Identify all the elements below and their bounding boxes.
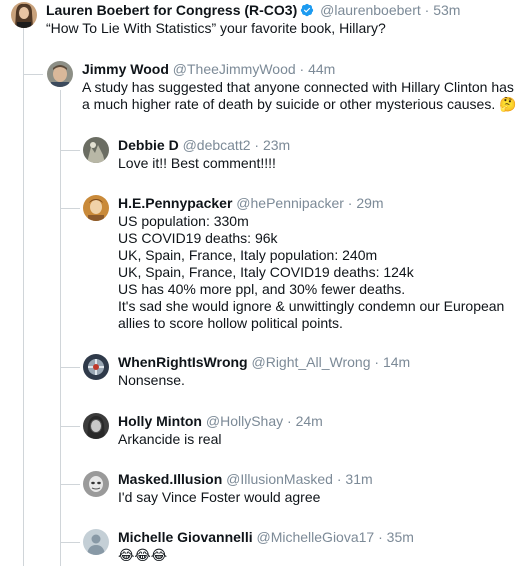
thread-line bbox=[23, 28, 24, 566]
display-name[interactable]: Lauren Boebert for Congress (R-CO3) bbox=[46, 2, 297, 18]
tweet-text: A study has suggested that anyone connec… bbox=[82, 79, 517, 112]
thread-branch bbox=[60, 542, 80, 543]
tweet-text: I'd say Vince Foster would agree bbox=[118, 489, 321, 505]
avatar[interactable] bbox=[83, 354, 109, 380]
timestamp[interactable]: 31m bbox=[345, 471, 372, 487]
thread-branch bbox=[23, 74, 43, 75]
handle[interactable]: @IllusionMasked bbox=[226, 471, 333, 487]
display-name[interactable]: Michelle Giovannelli bbox=[118, 529, 253, 545]
tweet-text: “How To Lie With Statistics” your favori… bbox=[46, 20, 386, 36]
avatar[interactable] bbox=[47, 61, 73, 87]
timestamp[interactable]: 44m bbox=[308, 61, 335, 77]
thinking-face-icon: 🤔 bbox=[499, 96, 517, 112]
display-name[interactable]: Masked.Illusion bbox=[118, 471, 222, 487]
display-name[interactable]: H.E.Pennypacker bbox=[118, 195, 232, 211]
display-name[interactable]: Debbie D bbox=[118, 137, 179, 153]
thread-branch bbox=[60, 484, 80, 485]
timestamp[interactable]: 35m bbox=[387, 529, 414, 545]
avatar[interactable] bbox=[83, 471, 109, 497]
handle[interactable]: @MichelleGiova17 bbox=[256, 529, 374, 545]
thread-branch bbox=[60, 367, 80, 368]
thread-branch bbox=[60, 150, 80, 151]
tweet-text: Nonsense. bbox=[118, 372, 185, 388]
handle[interactable]: @debcatt2 bbox=[183, 137, 251, 153]
thread-line bbox=[60, 90, 61, 566]
handle[interactable]: @TheeJimmyWood bbox=[173, 61, 296, 77]
display-name[interactable]: Jimmy Wood bbox=[82, 61, 169, 77]
avatar[interactable] bbox=[11, 2, 37, 28]
tweet-text: US population: 330m US COVID19 deaths: 9… bbox=[118, 213, 505, 331]
display-name[interactable]: WhenRightIsWrong bbox=[118, 354, 248, 370]
thread-branch bbox=[60, 426, 80, 427]
tweet-text: Love it!! Best comment!!!! bbox=[118, 155, 276, 171]
avatar[interactable] bbox=[83, 413, 109, 439]
timestamp[interactable]: 23m bbox=[263, 137, 290, 153]
timestamp[interactable]: 29m bbox=[356, 195, 383, 211]
laughing-crying-emoji-icon: 😂😂😂 bbox=[118, 547, 168, 563]
handle[interactable]: @laurenboebert bbox=[320, 2, 421, 18]
tweet-text: Arkancide is real bbox=[118, 431, 222, 447]
display-name[interactable]: Holly Minton bbox=[118, 413, 202, 429]
handle[interactable]: @HollyShay bbox=[206, 413, 283, 429]
default-avatar-icon[interactable] bbox=[83, 529, 109, 555]
tweet-text: 😂😂😂 bbox=[118, 547, 167, 564]
timestamp[interactable]: 14m bbox=[383, 354, 410, 370]
handle[interactable]: @Right_All_Wrong bbox=[252, 354, 371, 370]
thread-branch bbox=[60, 208, 80, 209]
verified-badge-icon bbox=[300, 3, 314, 17]
avatar[interactable] bbox=[83, 137, 109, 163]
avatar[interactable] bbox=[83, 195, 109, 221]
handle[interactable]: @hePennipacker bbox=[236, 195, 344, 211]
timestamp[interactable]: 53m bbox=[433, 2, 460, 18]
timestamp[interactable]: 24m bbox=[296, 413, 323, 429]
reply-thread: Lauren Boebert for Congress (R-CO3) @lau… bbox=[0, 0, 528, 566]
